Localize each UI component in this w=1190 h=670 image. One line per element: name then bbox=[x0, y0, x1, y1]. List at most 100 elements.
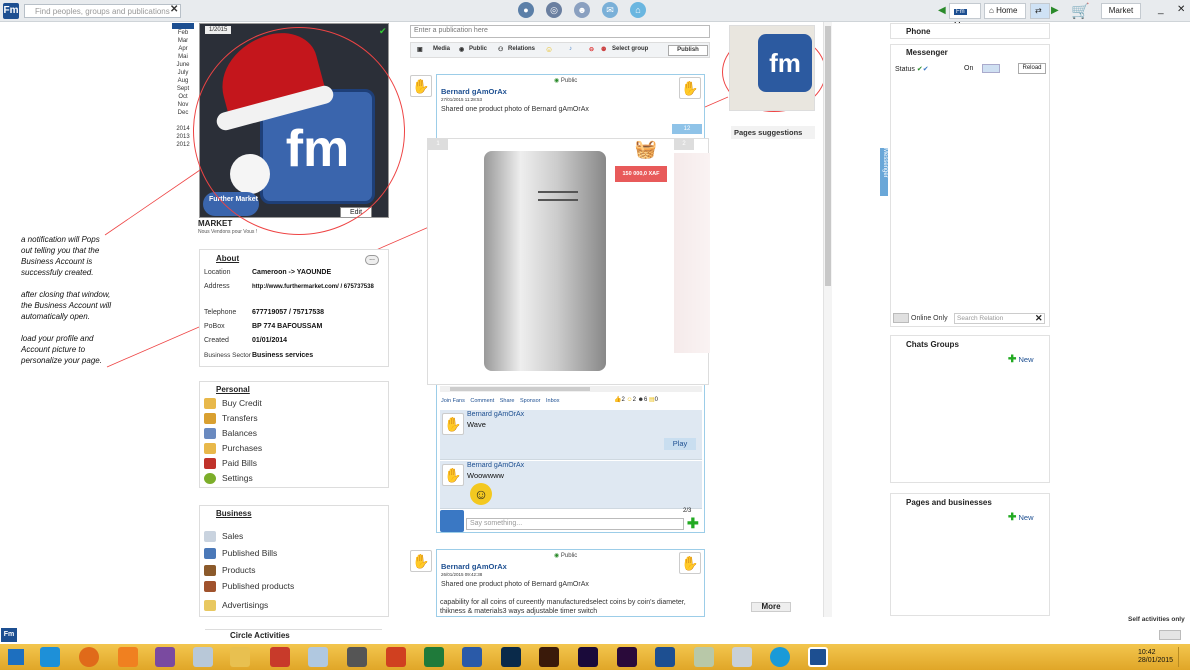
products-link[interactable]: Products bbox=[204, 565, 256, 577]
author-avatar[interactable]: ✋ bbox=[679, 77, 701, 99]
month-item[interactable]: June bbox=[172, 61, 194, 69]
month-item[interactable]: Mar bbox=[172, 37, 194, 45]
published-products-link[interactable]: Published products bbox=[204, 581, 294, 593]
media-button[interactable]: Media bbox=[433, 46, 450, 52]
author-avatar[interactable]: ✋ bbox=[679, 552, 701, 574]
minimize-icon[interactable]: _ bbox=[1158, 4, 1164, 15]
firefox-icon[interactable] bbox=[79, 647, 99, 667]
select-group-button[interactable]: Select group bbox=[612, 46, 648, 52]
month-item[interactable]: Dec bbox=[172, 109, 194, 117]
microphone-icon[interactable]: ♪ bbox=[569, 46, 572, 52]
photo-page-2[interactable]: 2 bbox=[674, 139, 694, 150]
notifications-icon[interactable]: ● bbox=[518, 2, 534, 18]
visual-studio-icon[interactable] bbox=[155, 647, 175, 667]
about-value[interactable]: http://www.furthermarket.com/ / 67573753… bbox=[252, 284, 382, 290]
emoji-icon[interactable]: ☺ bbox=[545, 45, 553, 54]
commenter-avatar[interactable]: ✋ bbox=[442, 464, 464, 486]
clock-date[interactable]: 28/01/2015 bbox=[1138, 657, 1173, 664]
skype-icon[interactable] bbox=[770, 647, 790, 667]
author-avatar[interactable]: ✋ bbox=[410, 75, 432, 97]
pages-suggestions-header[interactable]: Pages suggestions bbox=[731, 126, 815, 139]
more-button[interactable]: More bbox=[751, 602, 791, 612]
balances-link[interactable]: Balances bbox=[204, 428, 257, 440]
comment-author[interactable]: Bernard gAmOrAx bbox=[467, 462, 524, 469]
photoshop-icon[interactable] bbox=[501, 647, 521, 667]
month-item[interactable]: Oct bbox=[172, 93, 194, 101]
year-item[interactable]: 2013 bbox=[172, 133, 194, 141]
basket-icon[interactable]: ⌂ bbox=[630, 2, 646, 18]
relations-button[interactable]: Relations bbox=[508, 46, 535, 52]
circle-activities-header[interactable]: Circle Activities bbox=[205, 629, 382, 641]
app-logo[interactable]: Fm bbox=[3, 3, 19, 19]
cart-icon[interactable]: 🛒 bbox=[1071, 2, 1090, 20]
month-item[interactable]: Nov bbox=[172, 101, 194, 109]
clear-search-icon[interactable]: ✕ bbox=[1035, 313, 1043, 324]
purchases-link[interactable]: Purchases bbox=[204, 443, 262, 455]
vlc-icon[interactable] bbox=[118, 647, 138, 667]
buy-credit-link[interactable]: Buy Credit bbox=[204, 398, 262, 410]
self-activities-label[interactable]: Self activities only bbox=[1128, 616, 1185, 623]
scrollbar-thumb[interactable] bbox=[825, 26, 831, 286]
post-author[interactable]: Bernard gAmOrAx bbox=[441, 562, 507, 571]
month-item[interactable]: Feb bbox=[172, 29, 194, 37]
scrollbar-thumb[interactable] bbox=[450, 387, 590, 391]
forward-arrow-icon[interactable]: ▶ bbox=[1051, 5, 1059, 16]
month-item[interactable]: Apr bbox=[172, 45, 194, 53]
app-icon[interactable] bbox=[694, 647, 714, 667]
further-market-icon[interactable] bbox=[655, 647, 675, 667]
month-item[interactable]: July bbox=[172, 69, 194, 77]
author-avatar[interactable]: ✋ bbox=[410, 550, 432, 572]
photo-page-1[interactable]: 1 bbox=[428, 139, 448, 150]
new-group-button[interactable]: ✚ New bbox=[1008, 354, 1034, 365]
published-bills-link[interactable]: Published Bills bbox=[204, 548, 277, 560]
word-icon[interactable] bbox=[462, 647, 482, 667]
sales-link[interactable]: Sales bbox=[204, 531, 243, 543]
block-icon[interactable]: ⊖ bbox=[589, 46, 594, 53]
me-button[interactable]: Fm Me bbox=[949, 3, 981, 30]
comment-author[interactable]: Bernard gAmOrAx bbox=[467, 411, 524, 418]
messenger-side-tab[interactable]: Messenger bbox=[880, 148, 888, 196]
transfers-link[interactable]: Transfers bbox=[204, 413, 258, 425]
self-activities-toggle[interactable] bbox=[1159, 630, 1181, 640]
explorer-icon[interactable] bbox=[230, 647, 250, 667]
comment-link[interactable]: Comment bbox=[470, 398, 494, 404]
play-button[interactable]: Play bbox=[664, 438, 696, 450]
about-more-button[interactable]: ... bbox=[365, 255, 379, 265]
after-effects-icon[interactable] bbox=[578, 647, 598, 667]
year-item[interactable]: 2014 bbox=[172, 125, 194, 133]
settings-link[interactable]: Settings bbox=[204, 473, 253, 485]
paint-icon[interactable] bbox=[270, 647, 290, 667]
premiere-icon[interactable] bbox=[617, 647, 637, 667]
app-icon[interactable] bbox=[732, 647, 752, 667]
photo-scrollbar[interactable] bbox=[440, 386, 702, 392]
camera-icon[interactable] bbox=[347, 647, 367, 667]
month-item[interactable]: Mai bbox=[172, 53, 194, 61]
public-button[interactable]: Public bbox=[469, 46, 487, 52]
back-arrow-icon[interactable]: ◀ bbox=[938, 5, 946, 16]
clock-time[interactable]: 10:42 bbox=[1138, 648, 1156, 657]
product-photo[interactable]: 1 2 🧺 150 000,0 XAF bbox=[427, 138, 710, 385]
sponsor-link[interactable]: Sponsor bbox=[520, 398, 541, 404]
year-item[interactable]: 2012 bbox=[172, 141, 194, 149]
camera-icon[interactable]: ▣ bbox=[417, 46, 423, 53]
people-icon[interactable]: ☻ bbox=[574, 2, 590, 18]
market-button[interactable]: Market bbox=[1101, 3, 1141, 19]
search-input[interactable]: Find peoples, groups and publications bbox=[24, 4, 181, 18]
join-fans-link[interactable]: Join Fans bbox=[441, 398, 465, 404]
show-desktop-button[interactable] bbox=[1178, 647, 1188, 667]
add-comment-icon[interactable]: ✚ bbox=[687, 515, 699, 532]
powerpoint-icon[interactable] bbox=[386, 647, 406, 667]
phone-header[interactable]: Phone bbox=[890, 23, 1050, 39]
advertisings-link[interactable]: Advertisings bbox=[204, 600, 268, 612]
feed-scrollbar[interactable] bbox=[823, 22, 832, 617]
home-button[interactable]: ⌂ Home bbox=[984, 3, 1026, 19]
next-photo-preview[interactable] bbox=[674, 153, 710, 353]
illustrator-icon[interactable] bbox=[539, 647, 559, 667]
online-only-toggle[interactable] bbox=[893, 313, 909, 323]
publish-button[interactable]: Publish bbox=[668, 45, 708, 56]
post-author[interactable]: Bernard gAmOrAx bbox=[441, 87, 507, 96]
close-icon[interactable]: ✕ bbox=[1177, 4, 1185, 15]
share-link[interactable]: Share bbox=[500, 398, 515, 404]
new-page-button[interactable]: ✚ New bbox=[1008, 512, 1034, 523]
paid-bills-link[interactable]: Paid Bills bbox=[204, 458, 257, 470]
